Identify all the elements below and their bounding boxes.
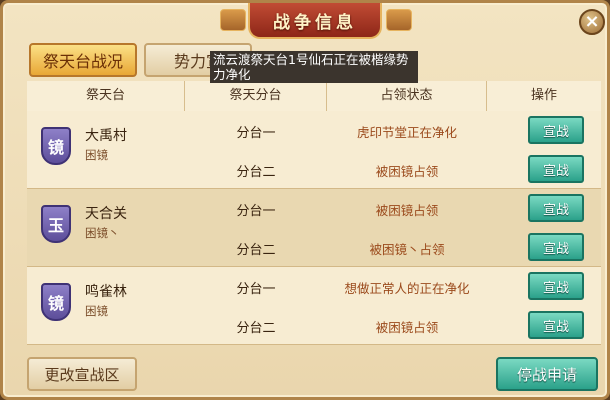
altar-group-mingque: 镜 鸣雀林 困镜 分台一 想做正常人的正在净化 宣战 分台二 被困镜占领 宣战 (27, 267, 601, 345)
altar-group-tianhe: 玉 天合关 困镜丶 分台一 被困镜占领 宣战 分台二 被困镜丶占领 宣战 (27, 189, 601, 267)
column-header-occupation: 占领状态 (327, 81, 487, 111)
sub-altar-name: 分台一 (236, 204, 276, 219)
table-row: 分台一 想做正常人的正在净化 宣战 (27, 267, 601, 306)
change-war-zone-button[interactable]: 更改宣战区 (27, 357, 137, 391)
table-row: 分台一 虎印节堂正在净化 宣战 (27, 111, 601, 150)
altar-tooltip: 流云渡祭天台1号仙石正在被楷缘势力净化 (210, 51, 418, 83)
war-info-panel: 战争信息 × 祭天台战况 势力宣 祭天台 祭天分台 占领状态 操作 镜 大禹村 … (0, 0, 610, 400)
close-button[interactable]: × (579, 9, 605, 35)
column-header-sub-altar: 祭天分台 (185, 81, 327, 111)
table-row: 分台二 被困镜占领 宣战 (27, 150, 601, 189)
table-row: 分台二 被困镜占领 宣战 (27, 306, 601, 345)
declare-war-button[interactable]: 宣战 (528, 311, 584, 339)
panel-title: 战争信息 (273, 12, 357, 33)
truce-request-button[interactable]: 停战申请 (496, 357, 598, 391)
table-row: 分台二 被困镜丶占领 宣战 (27, 228, 601, 267)
declare-war-button[interactable]: 宣战 (528, 233, 584, 261)
title-ornament-left (220, 9, 246, 31)
column-header-action: 操作 (530, 88, 557, 103)
column-header-altar: 祭天台 (27, 81, 185, 111)
title-ornament-right (386, 9, 412, 31)
sub-altar-name: 分台二 (236, 243, 276, 258)
occupation-status: 虎印节堂正在净化 (356, 125, 457, 140)
sub-altar-name: 分台二 (236, 321, 276, 336)
sub-altar-name: 分台二 (236, 165, 276, 180)
declare-war-button[interactable]: 宣战 (528, 116, 584, 144)
panel-title-banner: 战争信息 (248, 3, 382, 39)
occupation-status: 被困镜占领 (375, 203, 439, 218)
sub-altar-name: 分台一 (236, 282, 276, 297)
altar-group-dayu: 镜 大禹村 困镜 分台一 虎印节堂正在净化 宣战 分台二 被困镜占领 宣战 (27, 111, 601, 189)
altar-table: 祭天台 祭天分台 占领状态 操作 镜 大禹村 困镜 分台一 虎印节堂正在净化 宣… (27, 81, 601, 349)
table-row: 分台一 被困镜占领 宣战 (27, 189, 601, 228)
declare-war-button[interactable]: 宣战 (528, 272, 584, 300)
declare-war-button[interactable]: 宣战 (528, 194, 584, 222)
occupation-status: 被困镜占领 (375, 320, 439, 335)
occupation-status: 想做正常人的正在净化 (344, 281, 470, 296)
close-icon: × (584, 11, 600, 32)
occupation-status: 被困镜占领 (375, 164, 439, 179)
tab-altar-status[interactable]: 祭天台战况 (29, 43, 137, 77)
declare-war-button[interactable]: 宣战 (528, 155, 584, 183)
occupation-status: 被困镜丶占领 (369, 242, 445, 257)
sub-altar-name: 分台一 (236, 126, 276, 141)
table-header: 祭天台 祭天分台 占领状态 操作 (27, 81, 601, 112)
